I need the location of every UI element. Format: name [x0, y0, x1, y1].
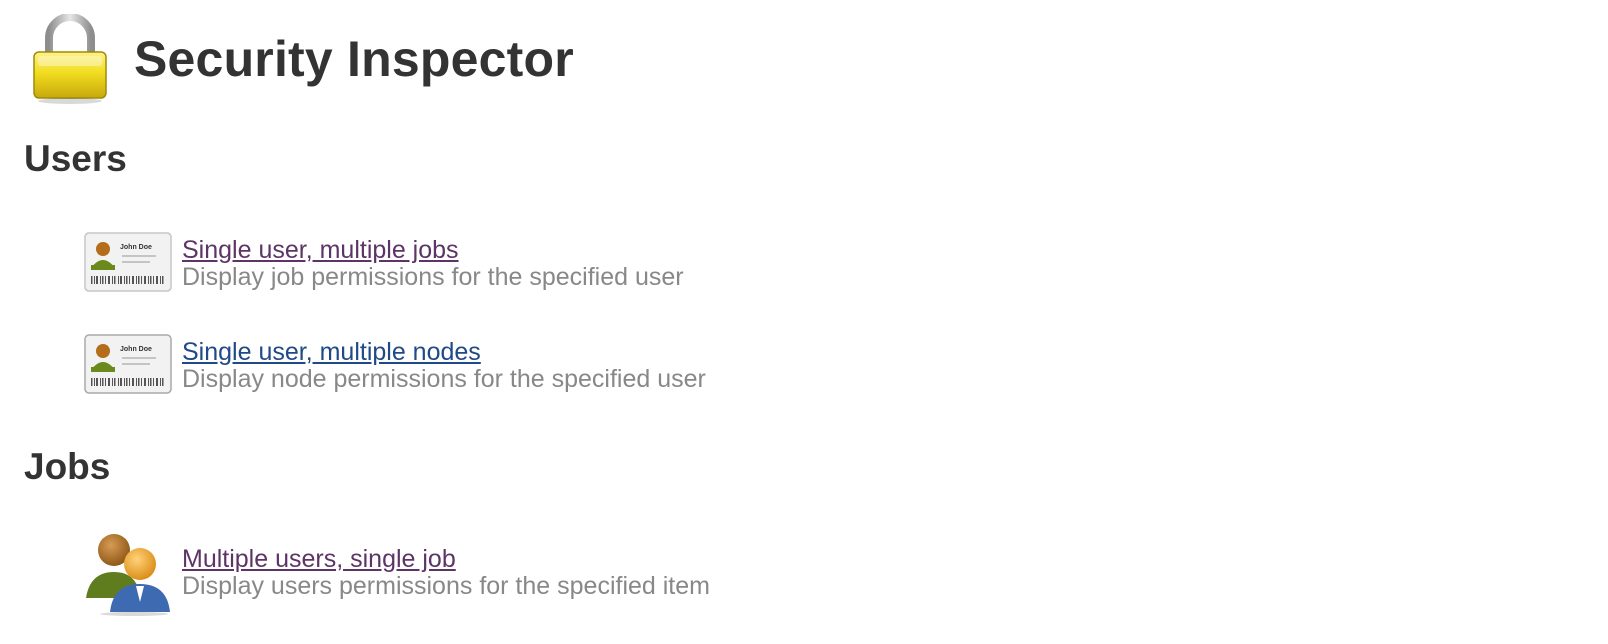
- section-heading-users: Users: [24, 138, 127, 179]
- list-item: John Doe Single user, multiple jobs Disp…: [84, 232, 684, 296]
- page-header: Security Inspector: [30, 14, 574, 104]
- lock-icon: [33, 14, 107, 104]
- card-name-text: John Doe: [120, 346, 152, 353]
- single-user-multiple-jobs-link[interactable]: Single user, multiple jobs: [182, 237, 684, 264]
- entry-text: Single user, multiple nodes Display node…: [182, 339, 706, 393]
- entry-description: Display node permissions for the specifi…: [182, 365, 706, 393]
- entry-text: Single user, multiple jobs Display job p…: [182, 237, 684, 291]
- security-inspector-page: Security Inspector Users John Doe Single…: [0, 0, 1608, 644]
- section-heading-jobs: Jobs: [24, 446, 111, 487]
- entry-description: Display job permissions for the specifie…: [182, 263, 684, 291]
- single-user-multiple-nodes-link[interactable]: Single user, multiple nodes: [182, 339, 706, 366]
- entry-description: Display users permissions for the specif…: [182, 572, 710, 600]
- user-id-card-icon: John Doe: [84, 232, 172, 292]
- card-name-text: John Doe: [120, 244, 152, 251]
- users-group-icon: [86, 534, 170, 616]
- user-id-card-icon: John Doe: [84, 334, 172, 394]
- list-item: Multiple users, single job Display users…: [84, 530, 710, 616]
- list-item: John Doe Single user, multiple nodes Dis…: [84, 334, 706, 398]
- entry-text: Multiple users, single job Display users…: [182, 546, 710, 600]
- multiple-users-single-job-link[interactable]: Multiple users, single job: [182, 546, 710, 573]
- page-title: Security Inspector: [134, 31, 574, 87]
